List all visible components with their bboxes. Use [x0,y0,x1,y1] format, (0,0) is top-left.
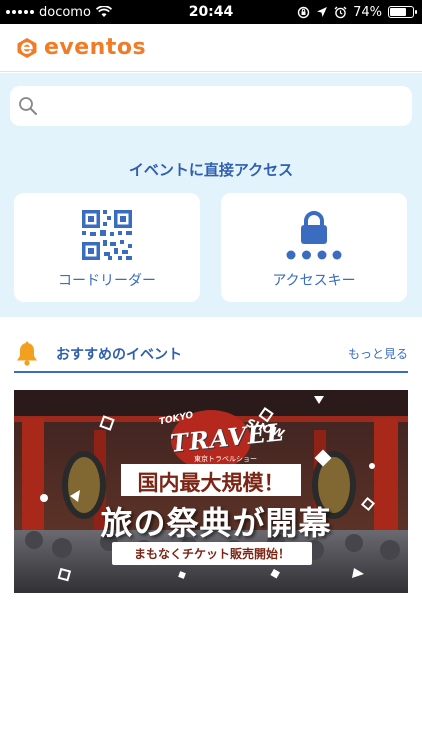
logo-text: eventos [44,35,147,60]
see-more-link[interactable]: もっと見る [348,345,408,362]
banner-main-text: 旅の祭典が開幕 [100,504,332,542]
battery-fill [390,8,407,16]
status-right: 74% [297,0,417,24]
search-icon [19,97,37,115]
app-header: eventos [0,24,422,72]
qr-code-icon [82,210,132,260]
recommended-title: おすすめのイベント [56,346,182,363]
event-banner[interactable]: TOKYO TRAVEL SHOW 東京トラベルショー 国内最大規模！ 旅の祭典… [14,390,408,593]
location-icon [317,7,328,17]
access-key-label: アクセスキー [272,273,356,289]
banner-ticket-text: まもなくチケット販売開始！ [133,547,290,561]
battery-percent: 74% [353,4,382,20]
banner-subtitle: 東京トラベルショー [194,455,257,463]
battery-icon [388,6,417,18]
direct-access-area: イベントに直接アクセス コードリーダー アクセスキー [0,73,422,317]
lock-keypad-icon [286,211,342,260]
code-reader-label: コードリーダー [58,273,156,289]
access-key-icon-wrap [284,210,344,260]
code-reader-button[interactable]: コードリーダー [14,193,200,302]
bell-icon [17,341,37,366]
orientation-lock-icon [297,6,310,18]
search-bar[interactable] [10,86,412,126]
access-key-button[interactable]: アクセスキー [221,193,407,302]
app-logo[interactable]: eventos [16,35,146,60]
eventos-logo-icon [17,37,37,58]
recommended-header: おすすめのイベント もっと見る [14,336,408,373]
direct-access-title: イベントに直接アクセス [128,161,294,179]
alarm-icon [334,6,347,18]
search-input[interactable] [38,86,412,126]
qr-code-icon-wrap [82,210,132,260]
banner-headline: 国内最大規模！ [137,471,285,495]
status-bar: docomo 20:44 74% [0,0,422,24]
